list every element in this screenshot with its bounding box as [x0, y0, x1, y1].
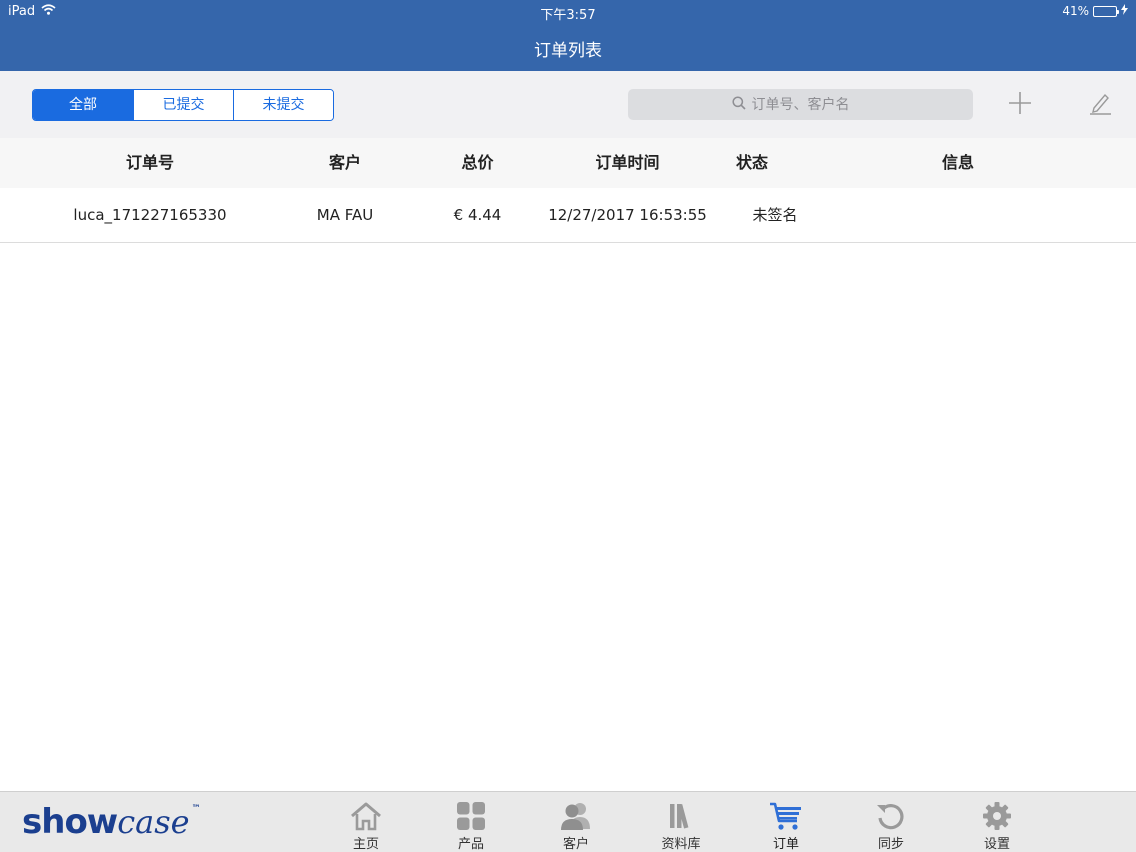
column-customer: 客户 — [328, 153, 361, 172]
segment-all[interactable]: 全部 — [33, 90, 133, 120]
column-status: 状态 — [735, 153, 768, 172]
tab-sync[interactable]: 同步 — [856, 800, 926, 852]
tab-products[interactable]: 产品 — [436, 800, 506, 852]
order-time-cell: 12/27/2017 16:53:55 — [548, 206, 707, 224]
filter-segmented-control: 全部 已提交 未提交 — [32, 89, 334, 121]
search-input[interactable] — [751, 96, 870, 113]
cart-icon — [768, 800, 804, 832]
column-order-time: 订单时间 — [595, 153, 660, 172]
add-button[interactable] — [1004, 89, 1036, 121]
info-cell — [880, 188, 1036, 242]
segment-submitted[interactable]: 已提交 — [133, 90, 233, 120]
plus-icon — [1008, 91, 1032, 119]
status-cell: 未签名 — [752, 206, 798, 224]
order-no-cell: luca_171227165330 — [73, 206, 227, 224]
table-header: 订单号 客户 总价 订单时间 状态 信息 — [0, 138, 1136, 188]
tab-library[interactable]: 资料库 — [646, 800, 716, 852]
users-icon — [558, 800, 594, 832]
battery-percent: 41% — [1062, 4, 1089, 18]
pencil-icon — [1087, 90, 1113, 120]
sync-icon — [873, 800, 909, 832]
tab-bar: show case ™ 主页 产品 客户 资料库 订单 同步 设置 — [0, 791, 1136, 852]
library-icon — [663, 800, 699, 832]
grid-icon — [453, 800, 489, 832]
tab-customers[interactable]: 客户 — [541, 800, 611, 852]
tab-settings[interactable]: 设置 — [962, 800, 1032, 852]
segment-unsubmitted[interactable]: 未提交 — [233, 90, 333, 120]
column-info: 信息 — [941, 153, 974, 172]
column-total: 总价 — [461, 153, 494, 172]
toolbar: 全部 已提交 未提交 — [0, 71, 1136, 138]
tab-home[interactable]: 主页 — [331, 800, 401, 852]
status-time: 下午3:57 — [540, 8, 596, 23]
table-row[interactable]: luca_171227165330 MA FAU € 4.44 12/27/20… — [0, 188, 1136, 243]
page-title: 订单列表 — [534, 41, 602, 61]
home-icon — [348, 800, 384, 832]
status-right: 41% — [1062, 4, 1128, 18]
search-icon — [731, 95, 746, 114]
total-cell: € 4.44 — [453, 206, 502, 224]
showcase-logo: show case ™ — [22, 802, 201, 842]
battery-icon — [1093, 5, 1119, 17]
customer-cell: MA FAU — [316, 206, 374, 224]
gear-icon — [979, 800, 1015, 832]
tab-orders[interactable]: 订单 — [751, 800, 821, 852]
navigation-bar: iPad 下午3:57 41% 订单列表 — [0, 0, 1136, 71]
charging-icon — [1121, 4, 1128, 18]
column-order-no: 订单号 — [125, 153, 174, 172]
search-field[interactable] — [628, 89, 973, 120]
edit-button[interactable] — [1084, 89, 1116, 121]
